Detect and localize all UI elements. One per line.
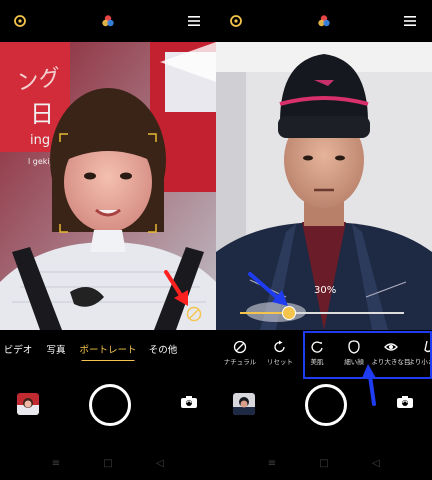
settings-ring-icon[interactable]: [13, 14, 27, 28]
shutter-button[interactable]: [89, 384, 131, 426]
settings-ring-icon[interactable]: [229, 14, 243, 28]
gallery-thumbnail[interactable]: [17, 393, 39, 415]
mode-more[interactable]: その他: [149, 342, 178, 356]
beauty-slider-track[interactable]: [240, 312, 404, 314]
mode-photo[interactable]: 写真: [46, 342, 65, 356]
viewfinder-preview[interactable]: ング 日 ing l gekijo: [0, 42, 216, 330]
beauty-option-natural[interactable]: ナチュラル: [218, 340, 262, 366]
menu-icon[interactable]: [404, 16, 416, 26]
natural-off-icon: [233, 340, 247, 354]
nav-back-button[interactable]: ◁: [156, 458, 164, 469]
mode-portrait[interactable]: ポートレート: [79, 342, 137, 361]
right-camera-screen: • 30% ナチュラル リセット 美肌 細い顔 より大きな目 より小さな鼻: [216, 0, 432, 480]
beauty-options-highlight-annotation: [303, 331, 432, 379]
mode-video[interactable]: ビデオ: [4, 342, 33, 356]
reset-icon: [274, 340, 285, 353]
nav-back-button[interactable]: ◁: [372, 458, 380, 469]
nav-menu-button[interactable]: ≡: [52, 458, 60, 469]
nav-home-button[interactable]: □: [103, 458, 112, 469]
camera-mode-selector: ビデオ 写真 ポートレート その他: [0, 342, 216, 361]
nav-home-button[interactable]: □: [319, 458, 328, 469]
slider-value-label: 30%: [314, 285, 337, 296]
left-camera-screen: ング 日 ing l gekijo ビデオ 写真 ポートレート その他 ≡ □ …: [0, 0, 216, 480]
nav-menu-button[interactable]: ≡: [268, 458, 276, 469]
flip-camera-icon[interactable]: [180, 395, 198, 409]
red-arrow-annotation: [164, 270, 188, 306]
system-nav-bar: ≡ □ ◁: [0, 458, 216, 474]
flip-camera-icon[interactable]: [396, 395, 414, 409]
signage-text-2: 日: [30, 100, 54, 128]
color-filter-icon[interactable]: [317, 14, 331, 28]
gallery-thumbnail[interactable]: [233, 393, 255, 415]
color-filter-icon[interactable]: [101, 14, 115, 28]
menu-icon[interactable]: [188, 16, 200, 26]
top-bar: [0, 0, 216, 42]
viewfinder-preview[interactable]: • 30%: [216, 42, 432, 330]
signage-text-3: ing: [30, 133, 50, 148]
blue-arrow-annotation: [248, 272, 288, 306]
system-nav-bar: ≡ □ ◁: [216, 458, 432, 474]
beauty-label: ナチュラル: [223, 358, 257, 366]
top-bar: [216, 0, 432, 42]
shutter-button[interactable]: [305, 384, 347, 426]
